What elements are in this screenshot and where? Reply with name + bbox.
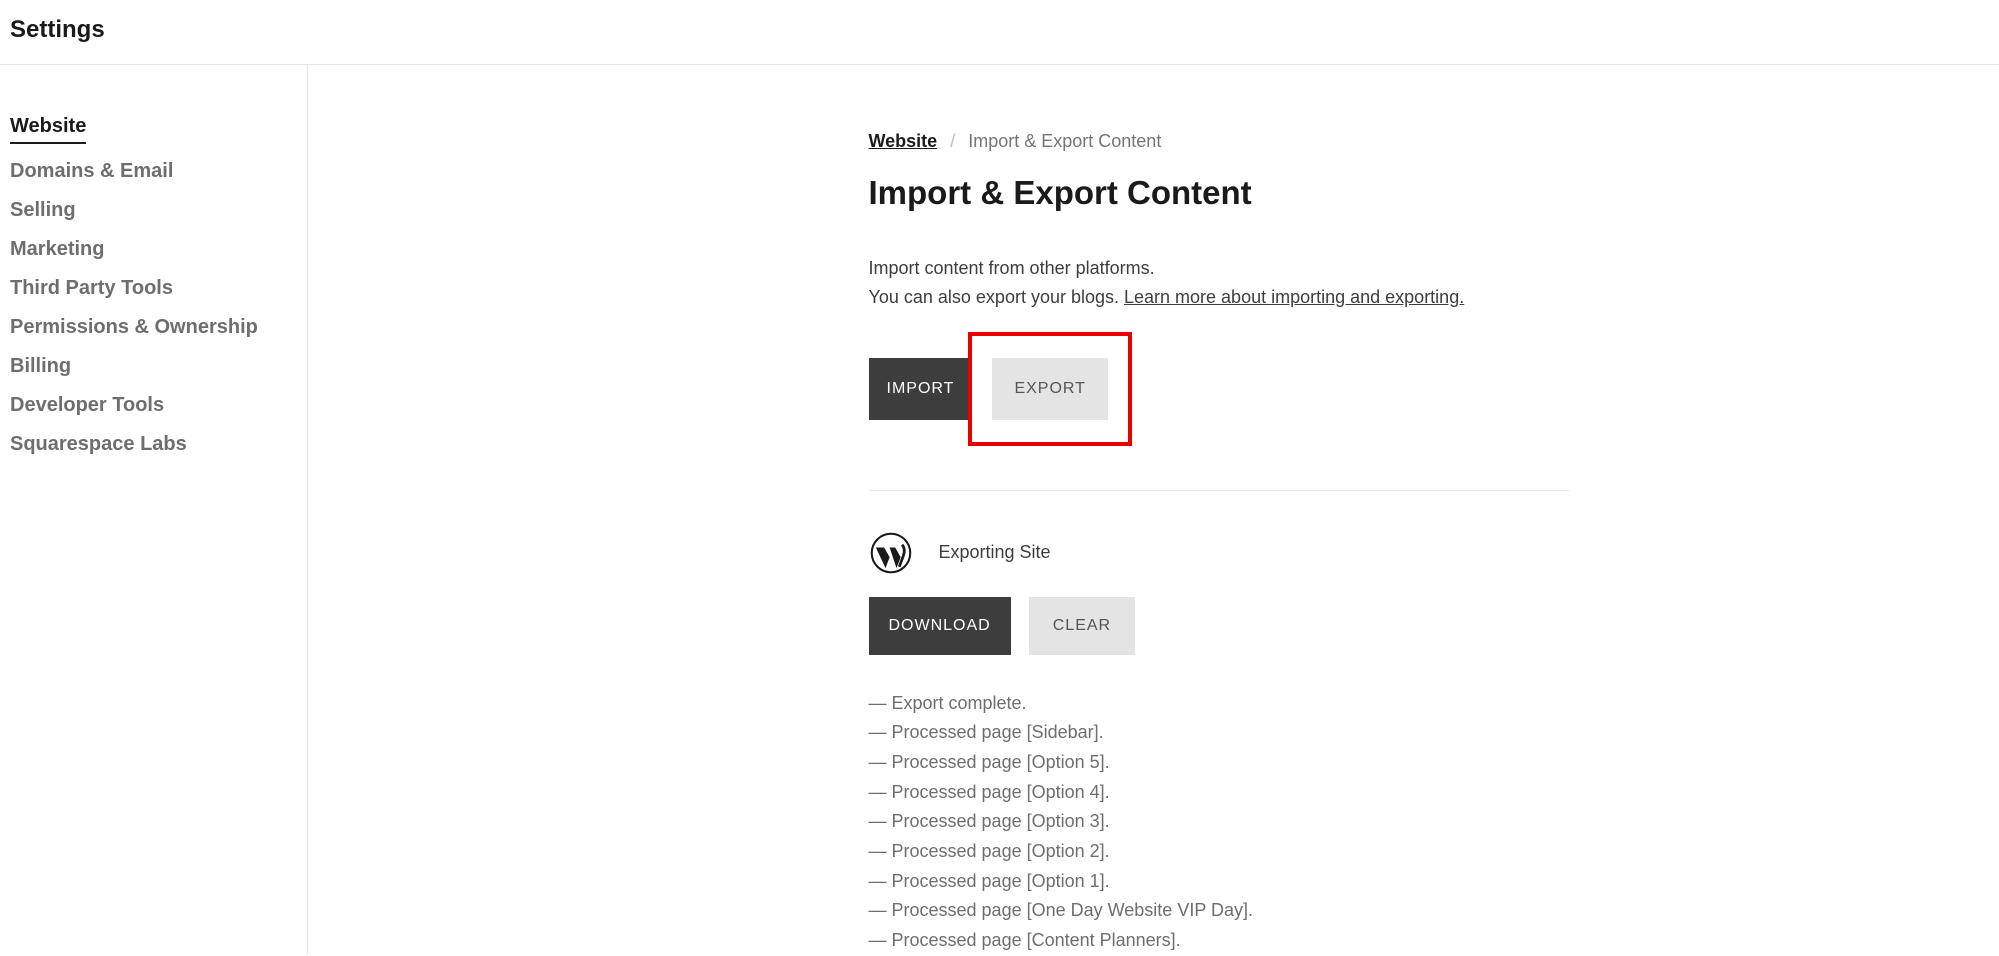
log-line: — Processed page [Option 3]. — [869, 807, 1569, 837]
sidebar-item-website[interactable]: Website — [10, 115, 86, 144]
log-line: — Processed page [Content Planners]. — [869, 926, 1569, 956]
sidebar-item-billing[interactable]: Billing — [10, 355, 297, 378]
sidebar-item-selling[interactable]: Selling — [10, 199, 297, 222]
learn-more-link[interactable]: Learn more about importing and exporting… — [1124, 287, 1464, 307]
import-tab[interactable]: IMPORT — [869, 358, 973, 420]
sidebar-item-domains-email[interactable]: Domains & Email — [10, 160, 297, 183]
export-status-text: Exporting Site — [939, 542, 1051, 563]
sidebar: Website Domains & Email Selling Marketin… — [0, 65, 308, 955]
page-title: Import & Export Content — [869, 174, 1569, 212]
sidebar-item-developer-tools[interactable]: Developer Tools — [10, 394, 297, 417]
divider — [869, 490, 1569, 491]
log-line: — Processed page [Option 5]. — [869, 748, 1569, 778]
export-log: — Export complete. — Processed page [Sid… — [869, 689, 1569, 956]
import-export-tabs: IMPORT EXPORT — [869, 332, 1569, 446]
download-button[interactable]: DOWNLOAD — [869, 597, 1011, 655]
breadcrumb-separator: / — [950, 131, 955, 151]
sidebar-item-permissions-ownership[interactable]: Permissions & Ownership — [10, 316, 297, 339]
export-buttons: DOWNLOAD CLEAR — [869, 597, 1569, 655]
log-line: — Processed page [Option 4]. — [869, 778, 1569, 808]
wordpress-icon — [869, 531, 913, 575]
log-line: — Processed page [Option 2]. — [869, 837, 1569, 867]
export-status-row: Exporting Site — [869, 531, 1569, 575]
header: Settings — [0, 0, 1999, 65]
layout: Website Domains & Email Selling Marketin… — [0, 65, 1999, 955]
log-line: — Processed page [Option 1]. — [869, 867, 1569, 897]
export-highlight-box: EXPORT — [968, 332, 1132, 446]
breadcrumb: Website / Import & Export Content — [869, 131, 1569, 152]
description-line-2-text: You can also export your blogs. — [869, 287, 1125, 307]
description-line-1: Import content from other platforms. — [869, 254, 1569, 283]
log-line: — Processed page [One Day Website VIP Da… — [869, 896, 1569, 926]
sidebar-item-squarespace-labs[interactable]: Squarespace Labs — [10, 433, 297, 456]
description-line-2: You can also export your blogs. Learn mo… — [869, 283, 1569, 312]
sidebar-item-third-party-tools[interactable]: Third Party Tools — [10, 277, 297, 300]
log-line: — Processed page [Sidebar]. — [869, 718, 1569, 748]
page-heading: Settings — [10, 16, 1989, 44]
breadcrumb-root[interactable]: Website — [869, 131, 938, 151]
description: Import content from other platforms. You… — [869, 254, 1569, 312]
export-tab[interactable]: EXPORT — [992, 358, 1108, 420]
main: Website / Import & Export Content Import… — [308, 65, 1999, 955]
breadcrumb-current: Import & Export Content — [968, 131, 1161, 151]
log-line: — Export complete. — [869, 689, 1569, 719]
clear-button[interactable]: CLEAR — [1029, 597, 1135, 655]
sidebar-item-marketing[interactable]: Marketing — [10, 238, 297, 261]
content: Website / Import & Export Content Import… — [869, 131, 1569, 955]
